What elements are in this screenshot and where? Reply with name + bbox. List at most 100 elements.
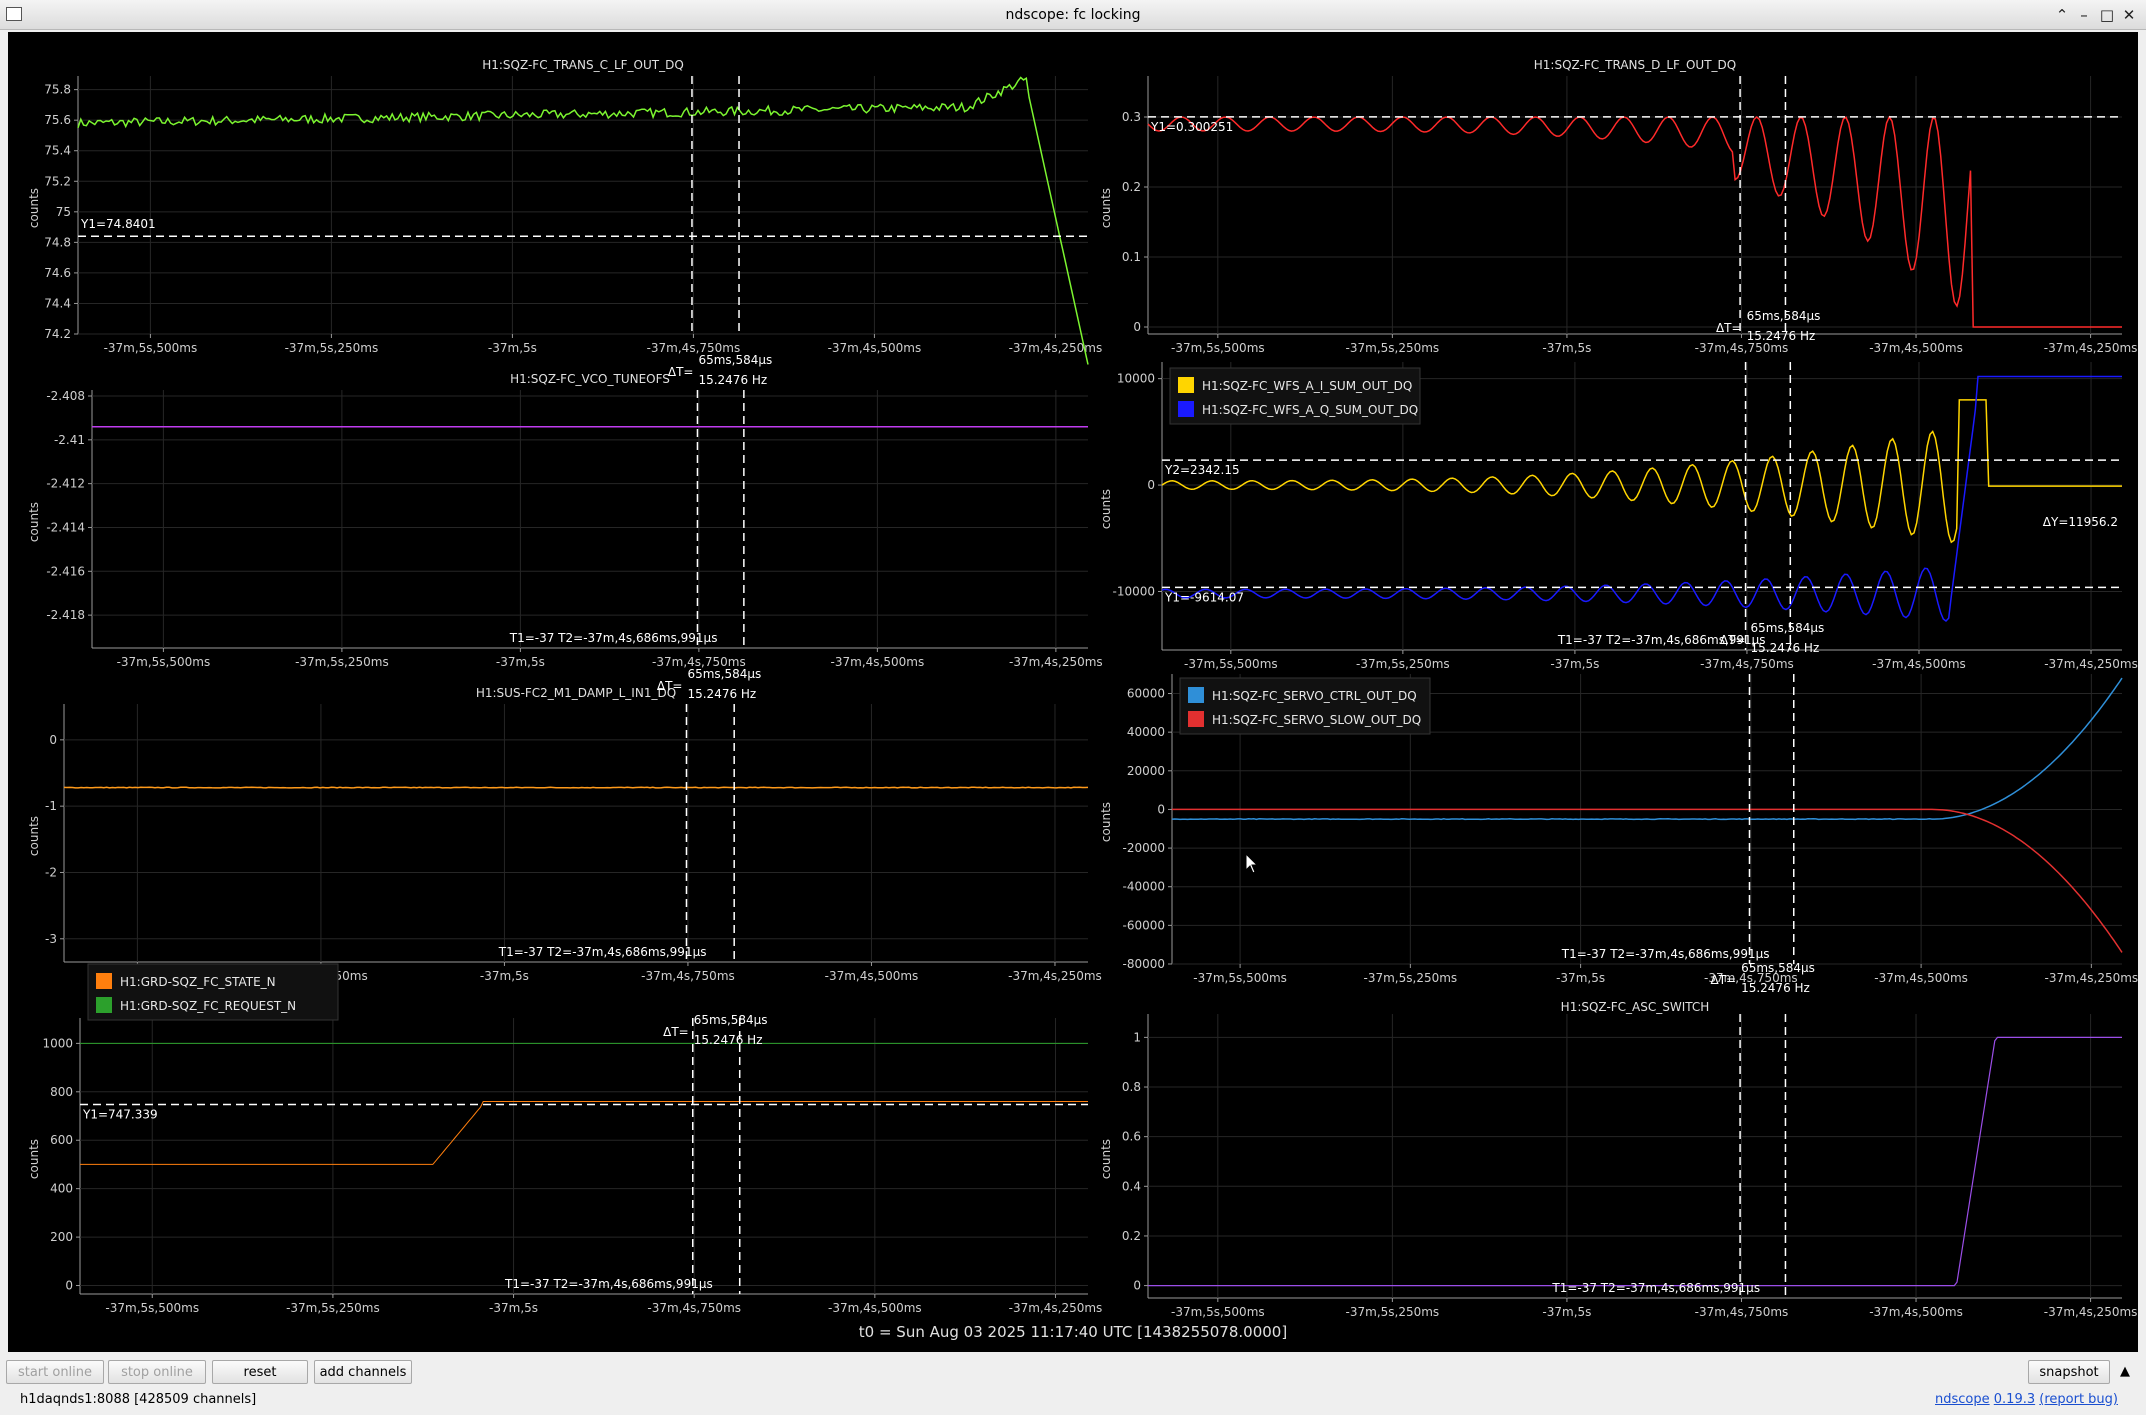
legend-swatch [96,973,112,989]
legend-entry: H1:GRD-SQZ_FC_REQUEST_N [120,999,296,1013]
x-tick-label: -37m,5s,250ms [1356,657,1450,671]
legend-swatch [1178,401,1194,417]
version-link[interactable]: 0.19.3 [1994,1392,2035,1407]
delta-t-label: ΔT= [1720,633,1746,647]
t-cursor-readout: T1=-37 T2=-37m,4s,686ms,991μs [1561,947,1770,961]
y-tick-label: 0 [1133,320,1141,334]
x-tick-label: -37m,4s,750ms [647,1301,741,1315]
y-tick-label: -2.414 [46,520,85,534]
y-tick-label: 74.6 [44,266,71,280]
plot-panel-5[interactable]: H1:SUS-FC2_M1_DAMP_L_IN1_DQcounts 0 -1 -2 -3… [27,667,1102,983]
plot-panel-7[interactable]: counts 1000 800 600 400 200 0 -37m,5s,500ms -37m… [27,963,1103,1315]
cursor-frequency: 15.2476 Hz [1741,981,1810,995]
report-bug-link[interactable]: (report bug) [2039,1392,2118,1407]
x-tick-label: -37m,5s,500ms [117,655,211,669]
trace-servo-slow [1172,808,2123,953]
reset-button[interactable]: reset [212,1360,308,1384]
version-info: ndscope 0.19.3 (report bug) [1935,1392,2118,1407]
x-tick-label: -37m,4s,250ms [1009,1301,1103,1315]
x-tick-label: -37m,5s,250ms [295,655,389,669]
y-axis-label: counts [1099,1139,1113,1179]
y-tick-label: 74.2 [44,327,71,341]
y-tick-label: -2.418 [46,608,85,622]
legend-entry: H1:SQZ-FC_WFS_A_I_SUM_OUT_DQ [1202,379,1412,393]
y-tick-label: 75.6 [44,113,71,127]
y-tick-label: 60000 [1127,687,1165,701]
x-tick-label: -37m,4s,250ms [2044,657,2138,671]
dy-cursor-label: ΔY=11956.2 [2043,515,2118,529]
minimize-icon[interactable]: – [2074,5,2094,25]
x-tick-label: -37m,5s [480,969,529,983]
stop-online-button[interactable]: stop online [108,1360,206,1384]
x-tick-label: -37m,5s,500ms [1171,341,1265,355]
delta-t-label: ΔT= [1716,321,1742,335]
scope-plots[interactable]: H1:SQZ-FC_TRANS_C_LF_OUT_DQcounts 75.8 75.… [8,32,2138,1352]
x-tick-label: -37m,4s,500ms [1874,971,1968,985]
x-tick-label: -37m,5s,250ms [1364,971,1458,985]
y-tick-label: -2.412 [46,477,85,491]
y-tick-label: 75.4 [44,144,71,158]
y-tick-label: 0.8 [1122,1080,1141,1094]
y-axis-label: counts [1099,489,1113,529]
y-tick-label: -2.408 [46,389,85,403]
start-online-button[interactable]: start online [6,1360,104,1384]
delta-t-value: 65ms,584μs [694,1013,768,1027]
chevron-up-icon[interactable]: ▲ [2112,1360,2138,1384]
t-cursor-readout: T1=-37 T2=-37m,4s,686ms,991μs [504,1277,713,1291]
delta-t-label: ΔT= [657,679,683,693]
plot-panel-2[interactable]: H1:SQZ-FC_TRANS_D_LF_OUT_DQcounts 0.3 0.2 0… [1099,58,2137,355]
x-tick-label: -37m,5s,500ms [104,341,198,355]
legend-entry: H1:SQZ-FC_SERVO_SLOW_OUT_DQ [1212,713,1421,727]
y-tick-label: 0.2 [1122,180,1141,194]
y-tick-label: -60000 [1122,918,1165,932]
x-tick-label: -37m,4s,250ms [2044,1305,2138,1319]
y-tick-label: -1 [45,799,57,813]
y-tick-label: 0.2 [1122,1229,1141,1243]
y-tick-label: 20000 [1127,764,1165,778]
delta-t-value: 65ms,584μs [1741,961,1815,975]
delta-t-label: ΔT= [663,1025,689,1039]
y-tick-label: 0 [65,1279,73,1293]
delta-t-value: 65ms,584μs [687,667,761,681]
plot-panel-1[interactable]: H1:SQZ-FC_TRANS_C_LF_OUT_DQcounts 75.8 75.… [27,58,1102,365]
y-axis-label: counts [27,502,41,542]
x-tick-label: -37m,4s,500ms [831,655,925,669]
close-icon[interactable]: ✕ [2119,5,2139,25]
trace-trans-d [1147,115,2122,328]
x-tick-label: -37m,4s,500ms [828,1301,922,1315]
x-tick-label: -37m,4s,250ms [1009,655,1103,669]
y-tick-label: 1 [1133,1030,1141,1044]
y-tick-label: 400 [50,1182,73,1196]
plot-title: H1:SQZ-FC_ASC_SWITCH [1561,1000,1710,1014]
plot-panel-8[interactable]: H1:SQZ-FC_ASC_SWITCHcounts 1 0.8 0.6 0.4 0.2 0… [1099,961,2137,1319]
y-tick-label: -2 [45,865,57,879]
plot-panel-4[interactable]: counts 10000 0 -10000 -37m,5s,500ms -37m,5s,2… [1099,309,2138,671]
snapshot-button[interactable]: snapshot [2028,1360,2110,1384]
maximize-icon[interactable]: □ [2097,5,2117,25]
y1-cursor-label: Y1=74.8401 [80,217,156,231]
window-title: ndscope: fc locking [1005,7,1141,23]
x-tick-label: -37m,5s [1550,657,1599,671]
trace-asc-switch [1148,1036,2122,1287]
plot-panel-6[interactable]: counts 60000 40000 20000 0 -20000 -40000 -60000… [1099,621,2138,985]
y-tick-label: -10000 [1112,584,1155,598]
x-tick-label: -37m,4s,250ms [1008,969,1102,983]
delta-t-label: ΔT= [1710,973,1736,987]
y-tick-label: 0.1 [1122,250,1141,264]
x-tick-label: -37m,5s,500ms [1193,971,1287,985]
ndscope-link[interactable]: ndscope [1935,1392,1990,1407]
x-tick-label: -37m,4s,250ms [1009,341,1103,355]
y-tick-label: 800 [50,1085,73,1099]
add-channels-button[interactable]: add channels [314,1360,412,1384]
y-axis-label: counts [27,816,41,856]
x-tick-label: -37m,4s,500ms [825,969,919,983]
plot-legend: H1:GRD-SQZ_FC_STATE_N H1:GRD-SQZ_FC_REQUE… [87,963,339,1021]
x-tick-label: -37m,5s,500ms [1184,657,1278,671]
y-tick-label: -3 [45,932,57,946]
delta-t-value: 65ms,584μs [1750,621,1824,635]
chevron-up-icon[interactable]: ⌃ [2052,5,2072,25]
y-axis-label: counts [1099,802,1113,842]
x-tick-label: -37m,5s,250ms [286,1301,380,1315]
plot-panel-3[interactable]: H1:SQZ-FC_VCO_TUNEOFScounts -2.408 -2.41 -2… [27,353,1103,669]
delta-t-value: 65ms,584μs [698,353,772,367]
